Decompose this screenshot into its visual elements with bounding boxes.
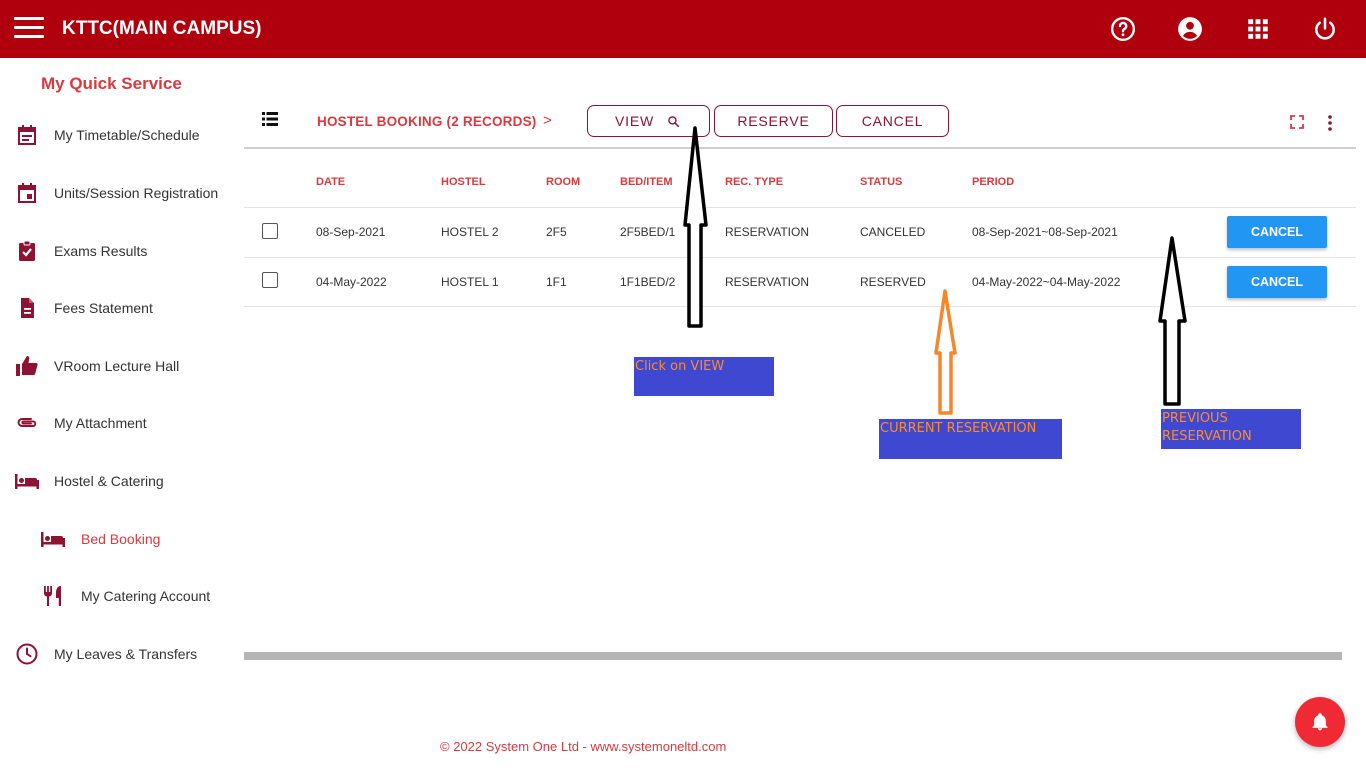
sidebar-item-catering-account[interactable]: My Catering Account (0, 578, 244, 614)
row-cancel-button[interactable]: CANCEL (1227, 216, 1327, 248)
app-title: KTTC(MAIN CAMPUS) (62, 18, 262, 39)
cell-hostel: HOSTEL 2 (441, 225, 499, 239)
cell-rec-type: RESERVATION (725, 225, 810, 239)
account-icon[interactable] (1177, 16, 1203, 42)
paperclip-icon (17, 418, 37, 427)
document-icon (21, 298, 34, 318)
cell-period: 08-Sep-2021~08-Sep-2021 (972, 225, 1118, 239)
sidebar-item-label: Bed Booking (81, 531, 161, 547)
sidebar-item-bed-booking[interactable]: Bed Booking (0, 521, 244, 557)
power-icon[interactable] (1312, 16, 1338, 42)
cell-room: 2F5 (546, 225, 567, 239)
row-checkbox[interactable] (262, 272, 278, 288)
bell-icon (1312, 713, 1328, 731)
cell-bed-item: 2F5BED/1 (620, 225, 676, 239)
bed-icon (15, 474, 39, 489)
apps-icon[interactable] (1245, 16, 1271, 42)
sidebar-item-units-registration[interactable]: Units/Session Registration (0, 175, 244, 211)
sidebar-item-hostel-catering[interactable]: Hostel & Catering (0, 463, 244, 499)
sidebar-item-label: My Timetable/Schedule (54, 127, 200, 143)
view-button-label: VIEW (615, 113, 654, 129)
top-app-bar: KTTC(MAIN CAMPUS) (0, 0, 1366, 58)
sidebar-item-label: VRoom Lecture Hall (54, 358, 180, 374)
column-header-date[interactable]: DATE (316, 176, 345, 188)
sidebar-title: My Quick Service (41, 74, 182, 93)
sidebar-item-label: My Attachment (54, 415, 147, 431)
column-header-rec-type[interactable]: REC. TYPE (725, 176, 783, 188)
toolbar-divider (244, 147, 1356, 149)
sidebar-item-my-attachment[interactable]: My Attachment (0, 405, 244, 441)
fullscreen-icon[interactable] (1290, 115, 1304, 129)
row-divider (244, 257, 1356, 258)
cell-date: 08-Sep-2021 (316, 225, 386, 239)
column-header-hostel[interactable]: HOSTEL (441, 176, 486, 188)
row-divider (244, 207, 1356, 208)
breadcrumb: HOSTEL BOOKING (2 RECORDS) (317, 114, 537, 129)
more-vert-icon[interactable] (1326, 114, 1334, 132)
clock-icon (16, 643, 38, 665)
row-checkbox[interactable] (262, 223, 278, 239)
cell-rec-type: RESERVATION (725, 275, 810, 289)
calendar-event-icon (18, 183, 36, 203)
sidebar-item-fees-statement[interactable]: Fees Statement (0, 290, 244, 326)
sidebar-item-leaves-transfers[interactable]: My Leaves & Transfers (0, 636, 244, 672)
arrow-to-current-reservation (934, 289, 957, 415)
annotation-previous-reservation: PREVIOUS RESERVATION (1161, 409, 1301, 449)
arrow-to-previous-reservation (1158, 236, 1187, 406)
cell-hostel: HOSTEL 1 (441, 275, 499, 289)
cell-period: 04-May-2022~04-May-2022 (972, 275, 1121, 289)
column-header-period[interactable]: PERIOD (972, 176, 1014, 188)
restaurant-icon (44, 586, 61, 606)
sidebar-item-exams-results[interactable]: Exams Results (0, 233, 244, 269)
column-header-bed-item[interactable]: BED/ITEM (620, 176, 673, 188)
column-header-room[interactable]: ROOM (546, 176, 580, 188)
annotation-current-reservation: CURRENT RESERVATION (879, 419, 1062, 459)
sidebar-item-label: Units/Session Registration (54, 185, 219, 201)
horizontal-scrollbar[interactable] (244, 652, 1342, 660)
arrow-to-view-button (683, 126, 708, 328)
clipboard-check-icon (19, 240, 35, 261)
thumb-up-icon (16, 356, 38, 376)
cell-date: 04-May-2022 (316, 275, 387, 289)
annotation-view-note: Click on VIEW (634, 357, 774, 396)
sidebar: My Quick Service My Timetable/Schedule U… (0, 58, 244, 768)
sidebar-item-timetable[interactable]: My Timetable/Schedule (0, 117, 244, 153)
cell-bed-item: 1F1BED/2 (620, 275, 676, 289)
cell-status: RESERVED (860, 275, 926, 289)
row-cancel-button[interactable]: CANCEL (1227, 266, 1327, 298)
sidebar-item-label: Fees Statement (54, 300, 153, 316)
reserve-button[interactable]: RESERVE (714, 105, 833, 137)
search-icon (668, 116, 680, 128)
cancel-toolbar-button[interactable]: CANCEL (836, 105, 949, 137)
sidebar-item-label: Exams Results (54, 243, 148, 259)
menu-icon[interactable] (14, 17, 44, 39)
help-icon[interactable] (1110, 16, 1136, 42)
cell-room: 1F1 (546, 275, 567, 289)
sidebar-item-vroom-lecture-hall[interactable]: VRoom Lecture Hall (0, 348, 244, 384)
view-button[interactable]: VIEW (587, 105, 710, 137)
sidebar-item-label: My Catering Account (81, 588, 211, 604)
list-view-icon[interactable] (262, 112, 278, 126)
annotation-previous-line2: RESERVATION (1162, 429, 1252, 444)
footer-copyright: © 2022 System One Ltd - www.systemoneltd… (440, 739, 727, 754)
column-header-status[interactable]: STATUS (860, 176, 902, 188)
sidebar-item-label: Hostel & Catering (54, 473, 164, 489)
cell-status: CANCELED (860, 225, 926, 239)
annotation-previous-line1: PREVIOUS (1162, 411, 1228, 426)
row-divider (244, 306, 1356, 307)
notification-button[interactable] (1295, 697, 1345, 747)
sidebar-item-label: My Leaves & Transfers (54, 646, 198, 662)
calendar-list-icon (18, 125, 36, 145)
chevron-right-icon: > (543, 112, 552, 129)
bed-icon (41, 532, 65, 547)
